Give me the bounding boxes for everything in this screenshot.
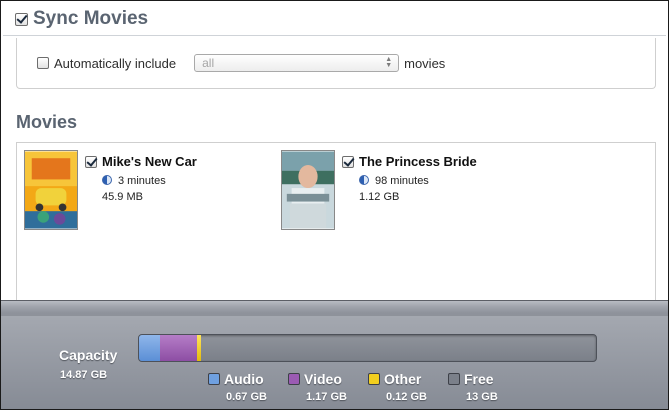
movie-duration-text: 3 minutes (118, 175, 166, 187)
legend-other-label: Other (384, 371, 422, 387)
sync-movies-pane: Sync Movies Automatically include all ▲ ▼… (0, 0, 669, 410)
header-divider (3, 35, 666, 36)
legend-free-label: Free (464, 371, 494, 387)
movie-duration: 3 minutes (102, 175, 166, 187)
capacity-video-segment (160, 335, 197, 361)
capacity-total: 14.87 GB (60, 369, 108, 381)
movies-heading: Movies (16, 112, 78, 132)
duration-icon (102, 175, 112, 185)
auto-include-checkbox[interactable] (37, 57, 49, 69)
movies-list: Mike's New Car 3 minutes 45.9 MB The Pri… (16, 142, 656, 301)
auto-include-group: Automatically include all ▲ ▼ movies (16, 38, 656, 89)
legend-audio-value: 0.67 GB (226, 391, 267, 403)
legend-video-value: 1.17 GB (306, 391, 347, 403)
movie-title: Mike's New Car (102, 154, 197, 169)
auto-include-suffix: movies (404, 55, 446, 71)
other-swatch (368, 373, 380, 385)
sync-movies-checkbox[interactable] (15, 12, 28, 26)
legend-free-value: 13 GB (466, 391, 498, 403)
legend-other-value: 0.12 GB (386, 391, 427, 403)
movie-duration: 98 minutes (359, 175, 429, 187)
capacity-audio-segment (139, 335, 160, 361)
legend-video-label: Video (304, 371, 342, 387)
capacity-meter (138, 334, 597, 362)
video-swatch (288, 373, 300, 385)
sync-movies-title: Sync Movies (33, 8, 149, 29)
legend-free: Free 13 GB (448, 371, 498, 403)
movie-duration-text: 98 minutes (375, 175, 429, 187)
select-arrows-icon: ▲ ▼ (385, 56, 393, 69)
movie-checkbox[interactable] (342, 155, 354, 168)
duration-icon (359, 175, 369, 185)
sync-movies-header: Sync Movies (15, 8, 148, 30)
free-swatch (448, 373, 460, 385)
audio-swatch (208, 373, 220, 385)
movie-size: 45.9 MB (102, 191, 143, 203)
capacity-label: Capacity (59, 347, 118, 363)
legend-other: Other 0.12 GB (368, 371, 427, 403)
movie-title: The Princess Bride (359, 154, 477, 169)
movie-size: 1.12 GB (359, 191, 400, 203)
auto-include-select[interactable]: all ▲ ▼ (194, 54, 400, 72)
capacity-other-segment (197, 335, 201, 361)
auto-include-select-value: all (202, 56, 215, 70)
movie-checkbox[interactable] (85, 155, 97, 168)
legend-video: Video 1.17 GB (288, 371, 347, 403)
auto-include-label[interactable]: Automatically include (54, 56, 176, 71)
movie-poster (24, 150, 78, 230)
legend-audio-label: Audio (224, 371, 264, 387)
legend-audio: Audio 0.67 GB (208, 371, 267, 403)
movie-poster (281, 150, 335, 230)
